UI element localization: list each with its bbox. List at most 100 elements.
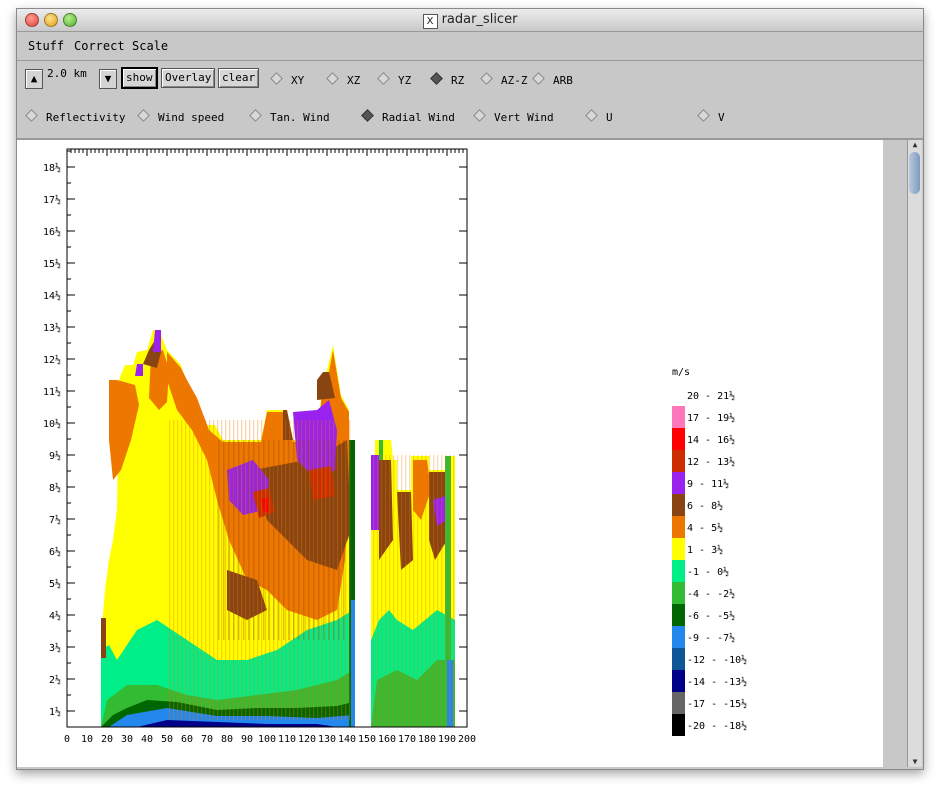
legend-swatch (672, 582, 685, 604)
plane-radio-xy[interactable]: XY (270, 72, 304, 87)
legend-swatch (672, 428, 685, 450)
legend-swatch (672, 450, 685, 472)
y-tick-label: 11½ (43, 386, 61, 398)
y-tick-label: 4½ (49, 610, 61, 622)
show-button[interactable]: show (121, 67, 158, 89)
plane-radio-az-z[interactable]: AZ-Z (480, 72, 528, 87)
height-down-button[interactable]: ▼ (99, 69, 117, 89)
radio-diamond-icon (430, 72, 443, 85)
color-legend: m/s 20 - 21½ 17 - 19½ 14 - 16½ 12 - 13½ 9 - 1… (672, 367, 747, 736)
legend-unit: m/s (672, 367, 690, 378)
field-radio-wind-speed[interactable]: Wind speed (137, 109, 224, 124)
legend-label: -20 - -18½ (687, 720, 747, 732)
legend-label: 17 - 19½ (687, 412, 735, 424)
x-tick-label: 0 (64, 734, 70, 745)
field-radio-reflectivity[interactable]: Reflectivity (25, 109, 125, 124)
clear-button[interactable]: clear (218, 68, 260, 88)
scroll-thumb[interactable] (909, 152, 920, 194)
y-tick-label: 2½ (49, 674, 61, 686)
y-tick-label: 10½ (43, 418, 61, 430)
height-value: 2.0 km (47, 67, 87, 80)
x-tick-label: 200 (458, 734, 476, 745)
plot-side-panel (885, 140, 905, 767)
y-tick-label: 18½ (43, 162, 61, 174)
triangle-down-icon: ▼ (104, 72, 112, 85)
x-tick-label: 150 (358, 734, 376, 745)
x-tick-label: 90 (241, 734, 253, 745)
legend-label: 20 - 21½ (687, 390, 735, 402)
field-radio-label: Radial Wind (382, 111, 455, 124)
legend-label: -12 - -10½ (687, 654, 747, 666)
plane-radio-yz[interactable]: YZ (377, 72, 412, 87)
plot-canvas[interactable]: 1½ 2½ 3½ 4½ 5½ 6½ 7½ 8½ 9½ 10½ 11½ 12½ 13½ 14½ 15½ 16½ 1… (17, 140, 883, 767)
radio-diamond-icon (480, 72, 493, 85)
field-radio-label: V (718, 111, 725, 124)
field-radio-vert-wind[interactable]: Vert Wind (473, 109, 554, 124)
height-up-button[interactable]: ▲ (25, 69, 43, 89)
y-tick-label: 5½ (49, 578, 61, 590)
title-bar[interactable]: Xradar_slicer (17, 9, 923, 32)
x-tick-label: 60 (181, 734, 193, 745)
legend-swatch (672, 516, 685, 538)
x-tick-label: 190 (438, 734, 456, 745)
radio-diamond-icon (137, 109, 150, 122)
field-radio-v[interactable]: V (697, 109, 725, 124)
x-tick-label: 20 (101, 734, 113, 745)
x11-icon: X (422, 14, 438, 29)
menu-correct[interactable]: Correct (74, 39, 125, 53)
radio-diamond-icon (361, 109, 374, 122)
menu-scale[interactable]: Scale (132, 39, 168, 53)
vertical-scrollbar[interactable]: ▲ ▼ (907, 140, 922, 767)
legend-swatch (672, 494, 685, 516)
legend-swatch (672, 538, 685, 560)
window-title-text: radar_slicer (441, 12, 518, 27)
legend-label: -9 - -7½ (687, 632, 735, 644)
legend-swatch (672, 472, 685, 494)
y-tick-label: 8½ (49, 482, 61, 494)
x-tick-label: 160 (378, 734, 396, 745)
legend-label: -4 - -2½ (687, 588, 735, 600)
x-tick-label: 140 (338, 734, 356, 745)
legend-swatch (672, 406, 685, 428)
radio-diamond-icon (473, 109, 486, 122)
plane-radio-label: RZ (451, 74, 465, 87)
legend-label: -17 - -15½ (687, 698, 747, 710)
x-tick-label: 100 (258, 734, 276, 745)
plane-radio-arb[interactable]: ARB (532, 72, 573, 87)
menu-stuff[interactable]: Stuff (28, 39, 64, 53)
x-tick-label: 170 (398, 734, 416, 745)
y-tick-label: 1½ (49, 706, 61, 718)
scroll-up-icon[interactable]: ▲ (908, 140, 922, 150)
x-tick-label: 30 (121, 734, 133, 745)
scroll-down-icon[interactable]: ▼ (908, 757, 922, 767)
menu-bar: Stuff Correct Scale (17, 32, 923, 62)
legend-label: -1 - 0½ (687, 566, 729, 578)
overlay-button[interactable]: Overlay (161, 68, 216, 88)
plane-radio-xz[interactable]: XZ (326, 72, 360, 87)
x-tick-label: 80 (221, 734, 233, 745)
plane-radio-rz[interactable]: RZ (430, 72, 465, 87)
x-tick-label: 10 (81, 734, 93, 745)
field-radio-tan-wind[interactable]: Tan. Wind (249, 109, 330, 124)
radial-wind-field (101, 330, 456, 727)
legend-swatch (672, 670, 685, 692)
radio-diamond-icon (697, 109, 710, 122)
x-tick-label: 40 (141, 734, 153, 745)
radio-diamond-icon (377, 72, 390, 85)
triangle-up-icon: ▲ (30, 72, 38, 85)
x-tick-label: 180 (418, 734, 436, 745)
window-title: Xradar_slicer (17, 12, 923, 29)
legend-label: -14 - -13½ (687, 676, 747, 688)
radar-slicer-window: Xradar_slicer Stuff Correct Scale ▲ 2.0 … (16, 8, 924, 770)
y-tick-label: 3½ (49, 642, 61, 654)
y-tick-label: 15½ (43, 258, 61, 270)
y-tick-label: 7½ (49, 514, 61, 526)
plane-radio-label: YZ (398, 74, 412, 87)
legend-label: 9 - 11½ (687, 478, 729, 490)
field-radio-u[interactable]: U (585, 109, 613, 124)
y-tick-label: 13½ (43, 322, 61, 334)
field-radio-radial-wind[interactable]: Radial Wind (361, 109, 455, 124)
y-tick-label: 16½ (43, 226, 61, 238)
radio-diamond-icon (532, 72, 545, 85)
rz-plot: 1½ 2½ 3½ 4½ 5½ 6½ 7½ 8½ 9½ 10½ 11½ 12½ 13½ 14½ 15½ 16½ 1… (43, 148, 747, 745)
